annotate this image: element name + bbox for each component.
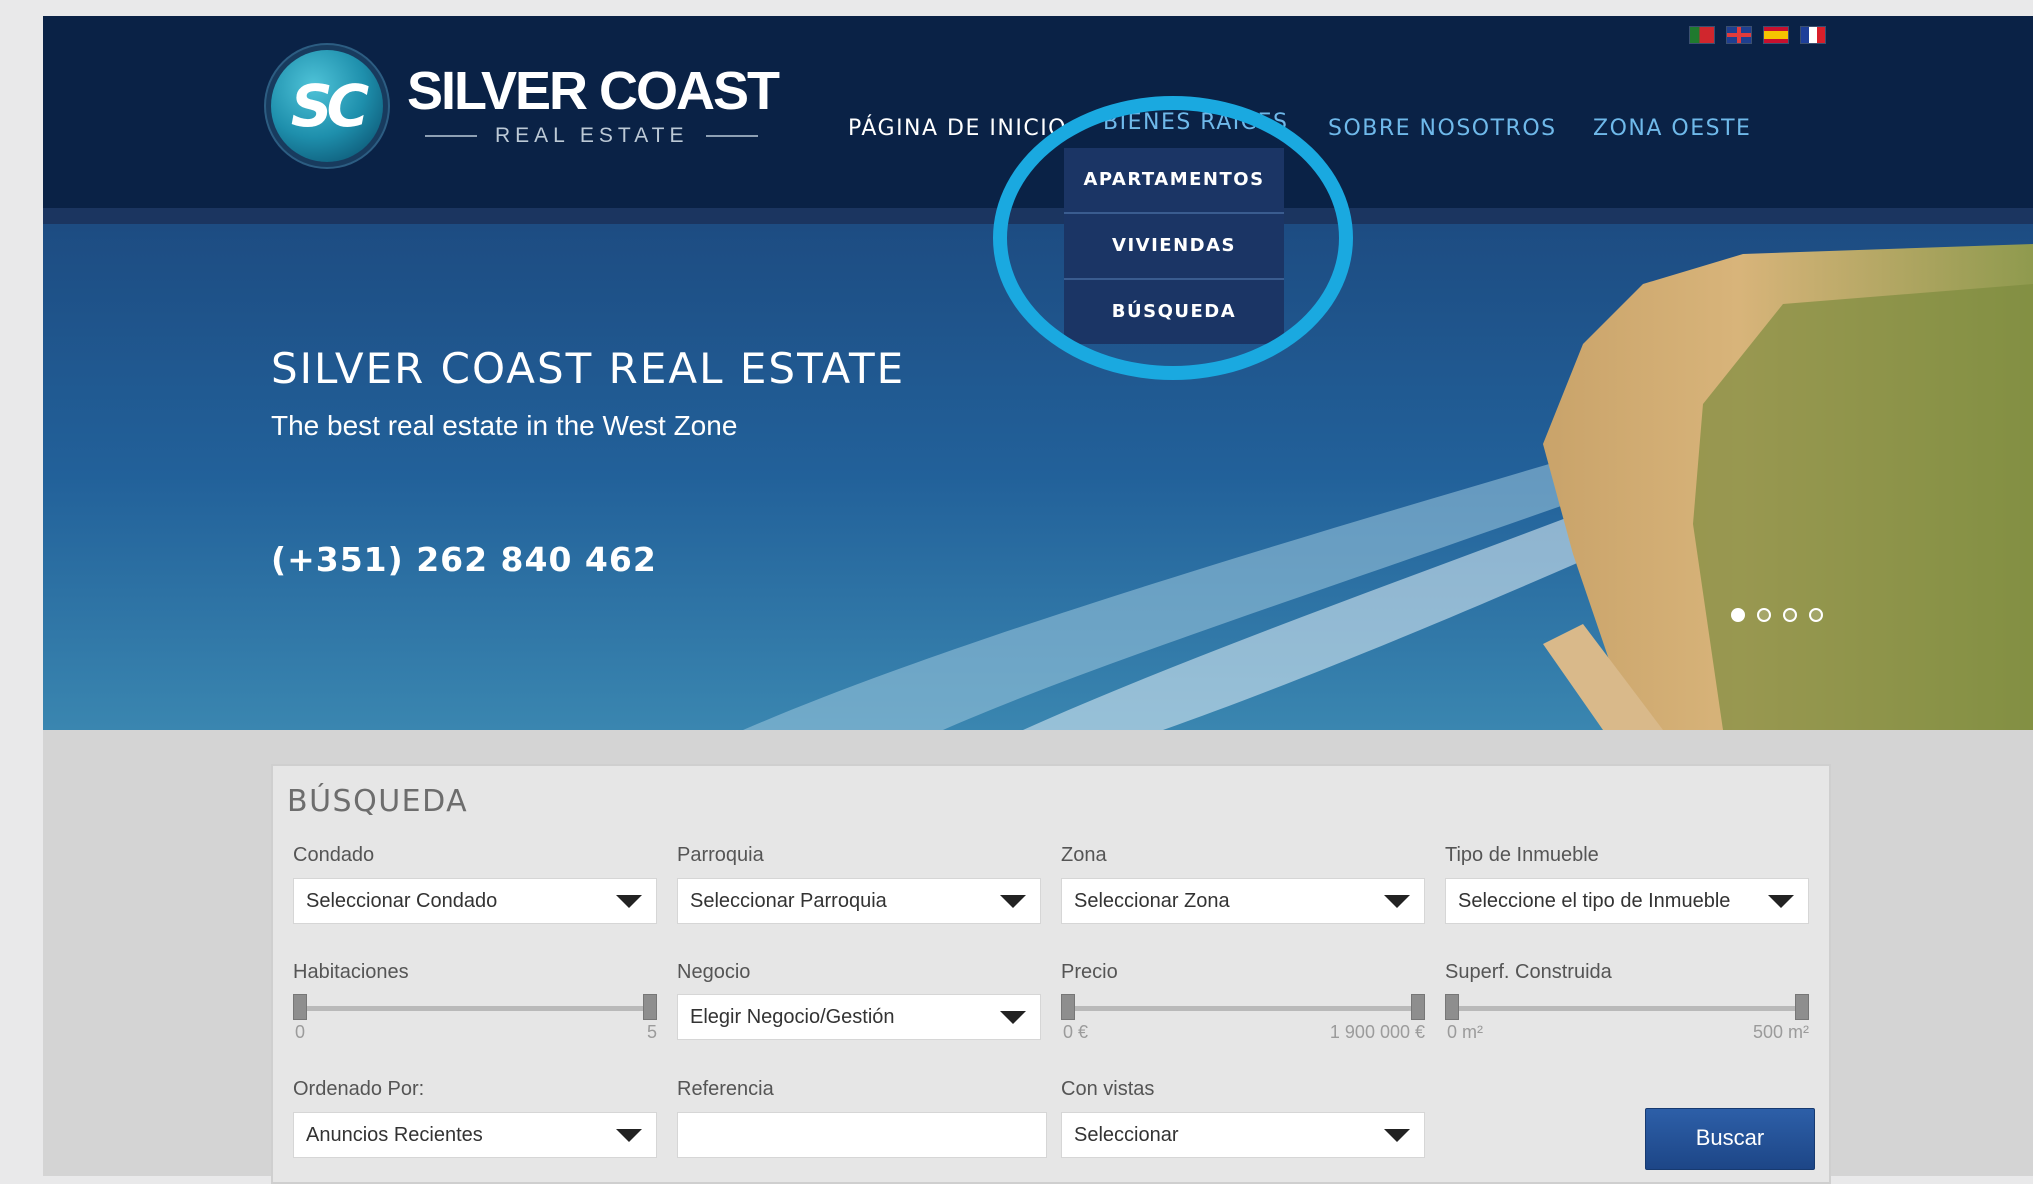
slider-max-value: 1 900 000 € bbox=[1329, 1022, 1425, 1042]
chevron-down-icon bbox=[616, 1129, 642, 1142]
dropdown-item-viviendas[interactable]: VIVIENDAS bbox=[1064, 214, 1284, 280]
site-logo[interactable]: SC SILVER COAST REAL ESTATE bbox=[271, 50, 780, 162]
habitaciones-slider[interactable]: 0 5 bbox=[293, 992, 657, 1042]
nav-item-zona-oeste[interactable]: ZONA OESTE bbox=[1593, 116, 1751, 141]
dropdown-item-busqueda[interactable]: BÚSQUEDA bbox=[1064, 280, 1284, 344]
chevron-down-icon bbox=[1000, 1011, 1026, 1024]
logo-subtitle-text: REAL ESTATE bbox=[495, 124, 689, 147]
search-submit-button[interactable]: Buscar bbox=[1645, 1108, 1815, 1170]
slider-handle-min[interactable] bbox=[1445, 994, 1459, 1020]
zona-select[interactable]: Seleccionar Zona bbox=[1061, 878, 1425, 924]
precio-slider[interactable]: 0 € 1 900 000 € bbox=[1061, 992, 1425, 1042]
precio-label: Precio bbox=[1061, 961, 1118, 983]
slider-handle-min[interactable] bbox=[293, 994, 307, 1020]
slider-handle-max[interactable] bbox=[1795, 994, 1809, 1020]
condado-select-value: Seleccionar Condado bbox=[306, 890, 498, 912]
chevron-down-icon bbox=[1384, 1129, 1410, 1142]
slider-track bbox=[1065, 1006, 1421, 1011]
tipo-inmueble-select-value: Seleccione el tipo de Inmueble bbox=[1458, 890, 1731, 912]
nav-item-sobre-nosotros[interactable]: SOBRE NOSOTROS bbox=[1328, 116, 1557, 141]
slider-track bbox=[1449, 1006, 1805, 1011]
site-header: SC SILVER COAST REAL ESTATE PÁGINA DE IN… bbox=[43, 16, 2033, 224]
hero-title: SILVER COAST REAL ESTATE bbox=[271, 344, 906, 393]
parroquia-select[interactable]: Seleccionar Parroquia bbox=[677, 878, 1041, 924]
slider-min-value: 0 bbox=[295, 1022, 306, 1042]
slider-handle-min[interactable] bbox=[1061, 994, 1075, 1020]
zona-select-value: Seleccionar Zona bbox=[1074, 890, 1230, 912]
vistas-select[interactable]: Seleccionar bbox=[1061, 1112, 1425, 1158]
slide-dot-2[interactable] bbox=[1757, 608, 1771, 622]
ordenado-select-value: Anuncios Recientes bbox=[306, 1124, 483, 1146]
chevron-down-icon bbox=[1000, 895, 1026, 908]
slider-max-value: 5 bbox=[646, 1022, 657, 1042]
logo-emblem: SC bbox=[271, 50, 383, 162]
flag-portugal-icon[interactable] bbox=[1689, 26, 1715, 44]
chevron-down-icon bbox=[616, 895, 642, 908]
nav-item-home[interactable]: PÁGINA DE INICIO bbox=[848, 116, 1067, 141]
slider-min-value: 0 € bbox=[1063, 1022, 1089, 1042]
hero-subtitle: The best real estate in the West Zone bbox=[271, 410, 738, 441]
hero-banner: SILVER COAST REAL ESTATE The best real e… bbox=[43, 224, 2033, 730]
logo-rule-right bbox=[706, 135, 759, 137]
nav-item-bienes-raices[interactable]: BIENES RAÍCES bbox=[1103, 110, 1288, 135]
hero-coast-image bbox=[43, 224, 2033, 730]
negocio-select[interactable]: Elegir Negocio/Gestión bbox=[677, 994, 1041, 1040]
search-title: BÚSQUEDA bbox=[287, 784, 469, 819]
slider-handle-max[interactable] bbox=[1411, 994, 1425, 1020]
referencia-input[interactable] bbox=[677, 1112, 1047, 1158]
logo-rule-left bbox=[425, 135, 477, 137]
dropdown-item-apartamentos[interactable]: APARTAMENTOS bbox=[1064, 148, 1284, 214]
bienes-raices-dropdown: APARTAMENTOS VIVIENDAS BÚSQUEDA bbox=[1064, 148, 1284, 344]
vistas-label: Con vistas bbox=[1061, 1078, 1155, 1100]
chevron-down-icon bbox=[1384, 895, 1410, 908]
flag-france-icon[interactable] bbox=[1800, 26, 1826, 44]
slider-max-value: 500 m² bbox=[1752, 1022, 1809, 1042]
vistas-select-value: Seleccionar bbox=[1074, 1124, 1179, 1146]
negocio-label: Negocio bbox=[677, 961, 751, 983]
logo-letters: SC bbox=[290, 72, 369, 140]
slide-dot-4[interactable] bbox=[1809, 608, 1823, 622]
slide-dot-3[interactable] bbox=[1783, 608, 1797, 622]
slider-track bbox=[297, 1006, 653, 1011]
referencia-label: Referencia bbox=[677, 1078, 774, 1100]
ordenado-select[interactable]: Anuncios Recientes bbox=[293, 1112, 657, 1158]
logo-subtitle: REAL ESTATE bbox=[407, 124, 778, 148]
logo-text: SILVER COAST REAL ESTATE bbox=[407, 61, 780, 148]
zona-label: Zona bbox=[1061, 844, 1107, 866]
language-switcher bbox=[1689, 26, 1826, 44]
flag-uk-icon[interactable] bbox=[1726, 26, 1752, 44]
superficie-slider[interactable]: 0 m² 500 m² bbox=[1445, 992, 1809, 1042]
chevron-down-icon bbox=[1768, 895, 1794, 908]
slider-handle-max[interactable] bbox=[643, 994, 657, 1020]
page: SC SILVER COAST REAL ESTATE PÁGINA DE IN… bbox=[43, 16, 2033, 1184]
condado-select[interactable]: Seleccionar Condado bbox=[293, 878, 657, 924]
superficie-label: Superf. Construida bbox=[1445, 961, 1612, 983]
slide-dot-1[interactable] bbox=[1731, 608, 1745, 622]
tipo-inmueble-select[interactable]: Seleccione el tipo de Inmueble bbox=[1445, 878, 1809, 924]
parroquia-label: Parroquia bbox=[677, 844, 764, 866]
slider-min-value: 0 m² bbox=[1447, 1022, 1483, 1042]
condado-label: Condado bbox=[293, 844, 375, 866]
tipo-inmueble-label: Tipo de Inmueble bbox=[1445, 844, 1599, 866]
flag-spain-icon[interactable] bbox=[1763, 26, 1789, 44]
habitaciones-label: Habitaciones bbox=[293, 961, 409, 983]
search-panel: BÚSQUEDA Condado Seleccionar Condado Par… bbox=[271, 764, 1831, 1184]
ordenado-label: Ordenado Por: bbox=[293, 1078, 425, 1100]
logo-brand-name: SILVER COAST bbox=[407, 61, 780, 121]
negocio-select-value: Elegir Negocio/Gestión bbox=[690, 1006, 895, 1028]
parroquia-select-value: Seleccionar Parroquia bbox=[690, 890, 887, 912]
slider-pagination bbox=[1731, 608, 1823, 622]
hero-phone[interactable]: (+351) 262 840 462 bbox=[271, 540, 657, 579]
